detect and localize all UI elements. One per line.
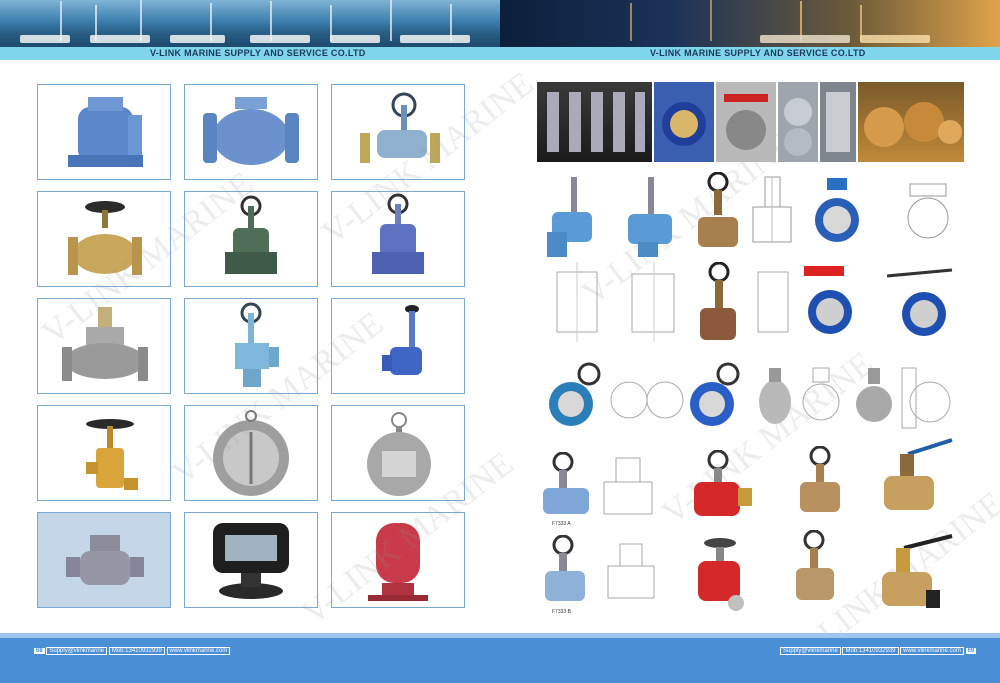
vent-cap-red-image (368, 523, 428, 601)
butterfly-valve-blue-figure (815, 178, 859, 242)
drawing-globe-valve (752, 176, 792, 243)
steel-butterfly-valve-figure (759, 368, 791, 424)
footer-bar (0, 638, 1000, 683)
product-cell[interactable] (37, 84, 171, 180)
caption-f7333b: F7333 B (552, 609, 571, 615)
angle-valve-light-blue-image (235, 302, 279, 387)
bronze-globe-valve-chain-figure (800, 446, 840, 512)
gear-butterfly-valve-blue-figure (690, 362, 740, 426)
footer-contact-left: 68 Supply@vlinkmarine Mob:13410932939 ww… (34, 647, 231, 655)
product-cell[interactable] (184, 298, 318, 394)
product-cell[interactable] (331, 512, 465, 608)
lug-butterfly-valve-figure (856, 368, 892, 422)
drawing-butterfly-valve (907, 183, 949, 239)
page-number-left: 68 (34, 648, 45, 654)
photo-flanges (778, 82, 818, 162)
product-cell[interactable] (37, 191, 171, 287)
mobile-text: Mob:13410932939 (108, 647, 165, 655)
page-number-right: 69 (965, 648, 977, 654)
drawing-angle-valve-3 (757, 271, 789, 333)
product-cell[interactable] (37, 405, 171, 501)
gear-butterfly-valve-figure (549, 362, 601, 426)
product-cell[interactable] (331, 191, 465, 287)
photo-bronze-parts (858, 82, 964, 162)
steel-valve-image (62, 307, 148, 381)
dual-plate-check-valve-image (367, 412, 431, 496)
product-cell[interactable] (37, 512, 171, 608)
website-text: www.vlinkmarine.com (900, 647, 964, 655)
caption-f7333a: F7333 A (552, 521, 571, 527)
company-title-right: V-LINK MARINE SUPPLY AND SERVICE CO.LTD (650, 48, 866, 58)
wafer-check-valve-image (213, 410, 289, 496)
drawing-butterfly-valve-2 (610, 381, 684, 419)
header-banner-right (500, 0, 1000, 47)
drawing-angle-valve-1 (556, 262, 598, 342)
butterfly-valve-lever-figure (886, 268, 953, 336)
product-cell[interactable] (184, 84, 318, 180)
air-vent-head-image (213, 523, 289, 599)
angle-globe-valve-image (360, 92, 440, 163)
drawing-globe-valve-2 (603, 457, 653, 515)
company-title-left: V-LINK MARINE SUPPLY AND SERVICE CO.LTD (150, 48, 366, 58)
globe-valve-figure-f7333a (543, 452, 589, 514)
product-cell[interactable] (184, 512, 318, 608)
website-text: www.vlinkmarine.com (166, 647, 231, 655)
mobile-text: Mob:13410932939 (842, 647, 899, 655)
gate-valve-image (225, 195, 277, 274)
fire-hydrant-valve-cap-figure (698, 538, 744, 611)
drawing-angle-valve-2 (631, 262, 675, 342)
butterfly-valve-red-handle-figure (804, 266, 852, 334)
fire-hydrant-valve-red-figure (694, 450, 752, 516)
drawing-angle-globe-valve (607, 543, 655, 599)
bronze-globe-figure (698, 172, 738, 247)
email-text: Supply@vlinkmarine (780, 647, 841, 655)
header-banner-left (0, 0, 500, 47)
product-cell[interactable] (184, 405, 318, 501)
angle-valve-blue-figure (547, 177, 592, 257)
bronze-angle-valve-figure (700, 262, 736, 340)
product-cell[interactable] (331, 405, 465, 501)
bronze-angle-valve-chain-figure (796, 530, 834, 600)
email-text: Supply@vlinkmarine (46, 647, 108, 655)
check-valve-image (68, 97, 143, 167)
gate-valve-blue-image (372, 193, 424, 274)
product-cell[interactable] (37, 298, 171, 394)
bronze-globe-valve-image (68, 201, 142, 275)
photo-expansion-joints (820, 82, 856, 162)
angle-valve-blue-image (382, 305, 422, 375)
strainer-image (66, 535, 144, 585)
product-cell[interactable] (331, 298, 465, 394)
brass-needle-valve-image (86, 419, 138, 490)
product-cell[interactable] (331, 84, 465, 180)
bronze-self-closing-valve-figure (884, 438, 953, 510)
swing-check-valve-image (203, 97, 299, 165)
photo-butterfly-valves (654, 82, 714, 162)
footer-contact-right: Supply@vlinkmarine Mob:13410932939 www.v… (780, 647, 977, 655)
photo-valves-black (537, 82, 652, 162)
photo-red-handle-valves (716, 82, 776, 162)
product-cell[interactable] (184, 191, 318, 287)
angle-valve-figure-2 (628, 177, 672, 257)
drawing-butterfly-valve-3 (802, 367, 840, 421)
drawing-butterfly-valve-4 (901, 367, 951, 429)
globe-valve-figure-f7333b (545, 535, 585, 601)
bronze-self-closing-angle-valve-figure (882, 534, 953, 608)
